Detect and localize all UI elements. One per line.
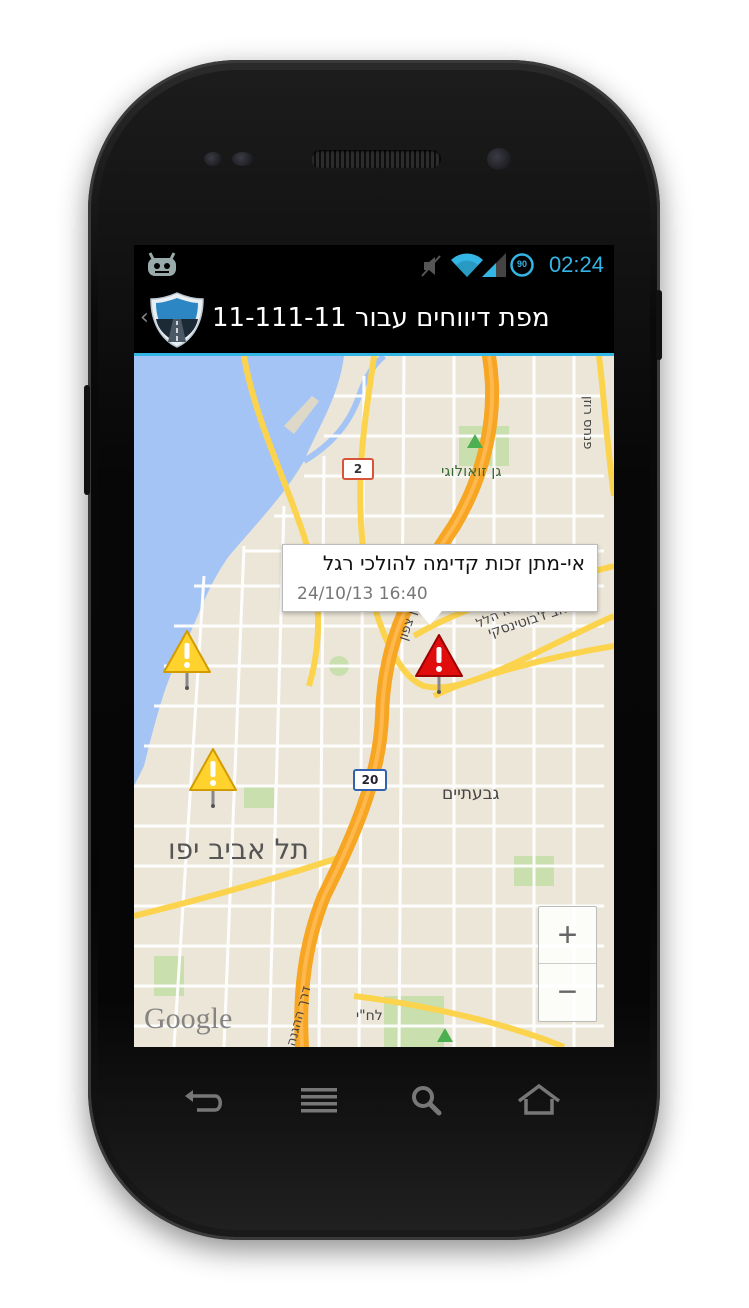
up-button[interactable]: ‹ [134,285,210,353]
home-icon[interactable] [514,1080,564,1120]
mute-icon [421,255,441,277]
map-label-zoo: גן זואולוגי [441,462,502,480]
route-shield-2: 2 [342,458,374,480]
volume-button [84,385,90,495]
cyanogen-bugdroid-icon [148,252,176,276]
map-view[interactable]: 2 20 תל אביב יפו גבעתיים גן זואולוגי פנח… [134,356,614,1047]
page-title: מפת דיווחים עבור 11-111-11 [212,303,550,333]
info-window-title: אי-מתן זכות קדימה להולכי רגל [322,551,585,575]
map-label-givatayim: גבעתיים [442,784,500,804]
light-sensor [232,152,254,166]
map-label-pinhas-rozen: פנחס רוזן [580,396,595,450]
menu-icon[interactable] [294,1080,344,1120]
report-marker-selected[interactable] [414,632,464,694]
report-marker-1[interactable] [162,628,212,690]
clock: 02:24 [548,252,604,277]
search-icon[interactable] [402,1080,452,1120]
warning-yellow-icon [163,630,211,690]
warning-yellow-icon [189,748,237,808]
map-label-lechi: לח"י [356,1008,383,1024]
navigation-bar [134,1060,614,1140]
route-shield-20: 20 [353,769,387,791]
front-camera [487,148,511,170]
zoom-controls: + − [538,906,597,1022]
battery-percent: 90 [516,259,527,269]
screen: 90 02:24 ‹ מפת דיווחים עבור 11-111-11 2 … [134,245,614,1047]
zoom-in-button[interactable]: + [539,907,596,964]
proximity-sensor [204,152,222,166]
map-label-city: תל אביב יפו [168,833,309,866]
report-marker-2[interactable] [188,746,238,808]
info-window-datetime: 24/10/13 16:40 [297,584,428,604]
power-button [656,290,662,360]
google-attribution: Google [144,1002,233,1035]
action-bar: ‹ מפת דיווחים עבור 11-111-11 [134,285,614,356]
earpiece-speaker [311,150,441,168]
zoom-out-button[interactable]: − [539,964,596,1020]
status-bar: 90 02:24 [134,245,614,285]
info-window-pointer [418,611,442,625]
signal-icon [482,253,506,277]
info-window[interactable]: אי-מתן זכות קדימה להולכי רגל 24/10/13 16… [282,544,598,625]
back-icon[interactable] [179,1080,229,1120]
shield-road-logo [150,292,204,348]
wifi-icon [451,253,483,277]
warning-red-icon [415,634,463,694]
